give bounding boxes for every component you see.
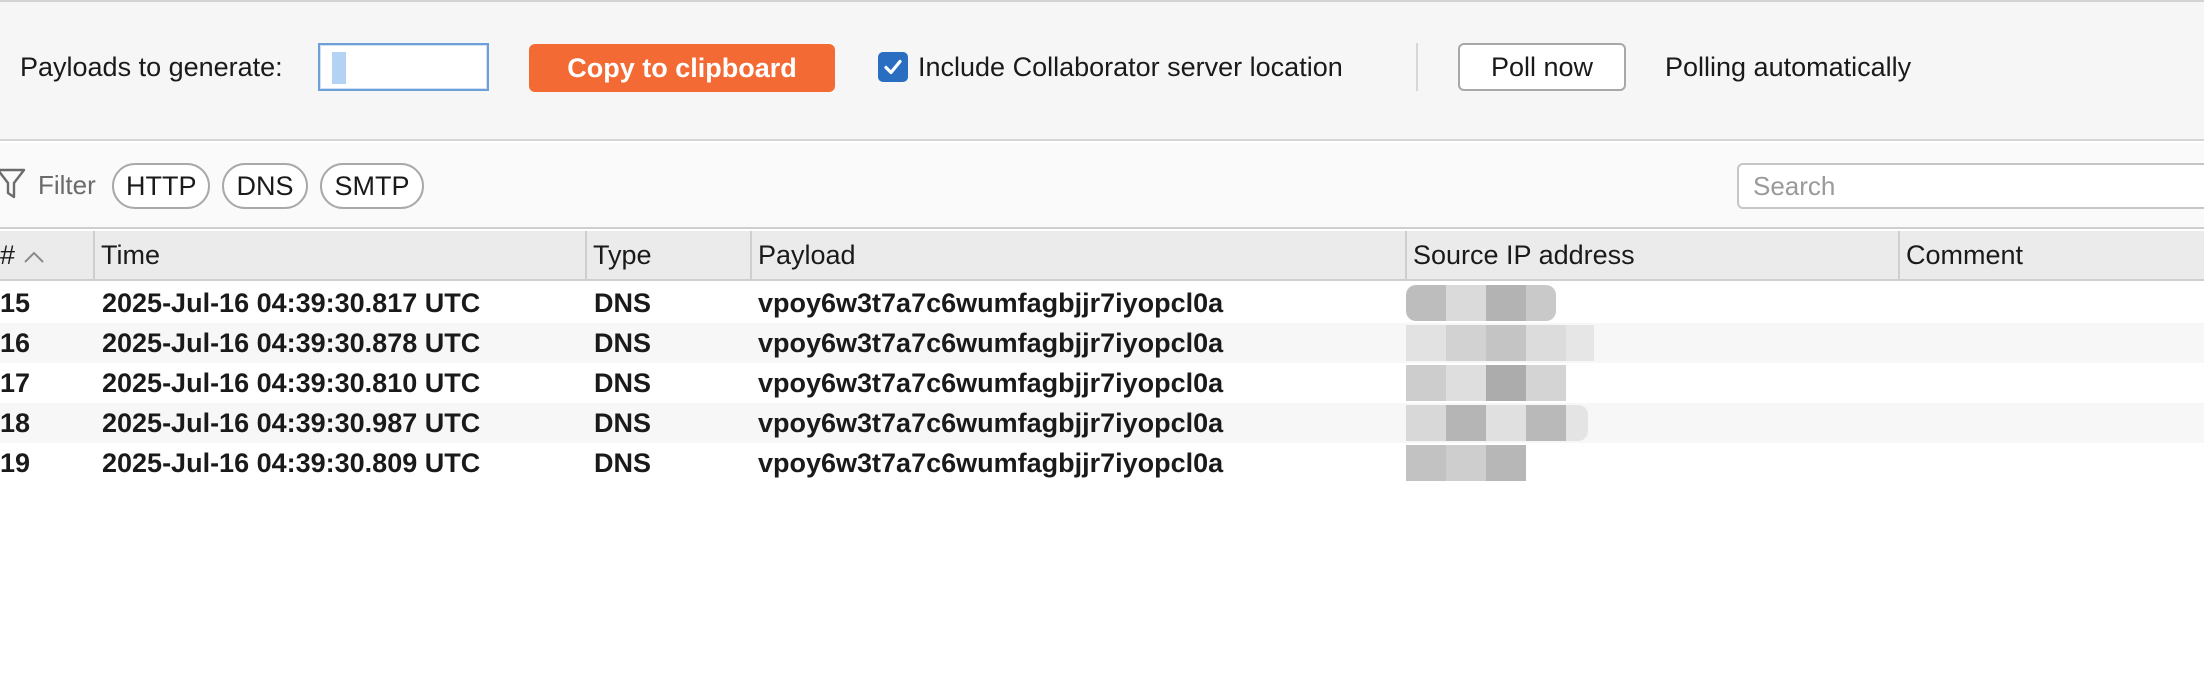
cell-source-ip-redacted [1406,403,1626,443]
column-header-number[interactable]: # [0,231,95,279]
column-header-time[interactable]: Time [95,231,587,279]
cell-time: 2025-Jul-16 04:39:30.809 UTC [102,448,481,478]
funnel-icon[interactable] [0,166,28,202]
cell-source-ip-redacted [1406,363,1626,403]
cell-time: 2025-Jul-16 04:39:30.878 UTC [102,328,481,358]
cell-type: DNS [594,368,652,398]
payloads-to-generate-label: Payloads to generate: [20,52,283,82]
cell-source-ip-redacted [1406,323,1626,363]
cell-payload: vpoy6w3t7a7c6wumfagbjjr7iyopcl0a [758,408,1224,438]
filter-bar: Filter HTTP DNS SMTP [0,143,2204,229]
toolbar-separator [1416,43,1418,91]
cell-time: 2025-Jul-16 04:39:30.987 UTC [102,408,481,438]
cell-payload: vpoy6w3t7a7c6wumfagbjjr7iyopcl0a [758,288,1224,318]
filter-chip-dns[interactable]: DNS [222,163,308,209]
column-header-source-ip[interactable]: Source IP address [1407,231,1900,279]
cell-type: DNS [594,448,652,478]
column-header-payload[interactable]: Payload [752,231,1407,279]
sort-ascending-icon [24,251,44,263]
column-header-label: Time [101,240,160,270]
cell-source-ip-redacted [1406,443,1626,483]
cell-payload: vpoy6w3t7a7c6wumfagbjjr7iyopcl0a [758,368,1224,398]
collaborator-toolbar: Payloads to generate: Copy to clipboard … [0,2,2204,141]
include-location-checkbox[interactable] [878,52,908,82]
column-header-comment[interactable]: Comment [1900,231,2204,279]
include-location-label[interactable]: Include Collaborator server location [918,52,1343,83]
cell-number: 19 [0,448,31,478]
cell-time: 2025-Jul-16 04:39:30.810 UTC [102,368,481,398]
polling-status: Polling automatically [1665,52,1912,82]
column-header-label: Payload [758,240,856,270]
cell-payload: vpoy6w3t7a7c6wumfagbjjr7iyopcl0a [758,328,1224,358]
cell-type: DNS [594,328,652,358]
column-header-label: Source IP address [1413,240,1635,270]
table-row[interactable]: 15 2025-Jul-16 04:39:30.817 UTC DNS vpoy… [0,283,2204,323]
table-row[interactable]: 17 2025-Jul-16 04:39:30.810 UTC DNS vpoy… [0,363,2204,403]
checkmark-icon [884,59,902,75]
cell-number: 15 [0,288,31,318]
cell-time: 2025-Jul-16 04:39:30.817 UTC [102,288,481,318]
search-input[interactable] [1737,163,2204,209]
table-header: # Time Type Payload Source IP address Co… [0,231,2204,281]
cell-type: DNS [594,408,652,438]
filter-chip-http[interactable]: HTTP [112,163,210,209]
table-row[interactable]: 16 2025-Jul-16 04:39:30.878 UTC DNS vpoy… [0,323,2204,363]
copy-to-clipboard-button[interactable]: Copy to clipboard [529,44,835,92]
column-header-label: Type [593,240,652,270]
column-header-type[interactable]: Type [587,231,752,279]
cell-number: 18 [0,408,31,438]
table-row[interactable]: 19 2025-Jul-16 04:39:30.809 UTC DNS vpoy… [0,443,2204,483]
cell-type: DNS [594,288,652,318]
filter-chip-smtp[interactable]: SMTP [320,163,424,209]
cell-payload: vpoy6w3t7a7c6wumfagbjjr7iyopcl0a [758,448,1224,478]
table-row[interactable]: 18 2025-Jul-16 04:39:30.987 UTC DNS vpoy… [0,403,2204,443]
payloads-count-input[interactable] [318,43,489,91]
cell-number: 16 [0,328,31,358]
column-header-label: # [0,240,16,270]
poll-now-button[interactable]: Poll now [1458,43,1626,91]
cell-source-ip-redacted [1406,283,1626,323]
cell-number: 17 [0,368,31,398]
column-header-label: Comment [1906,240,2024,270]
filter-label[interactable]: Filter [38,170,96,201]
